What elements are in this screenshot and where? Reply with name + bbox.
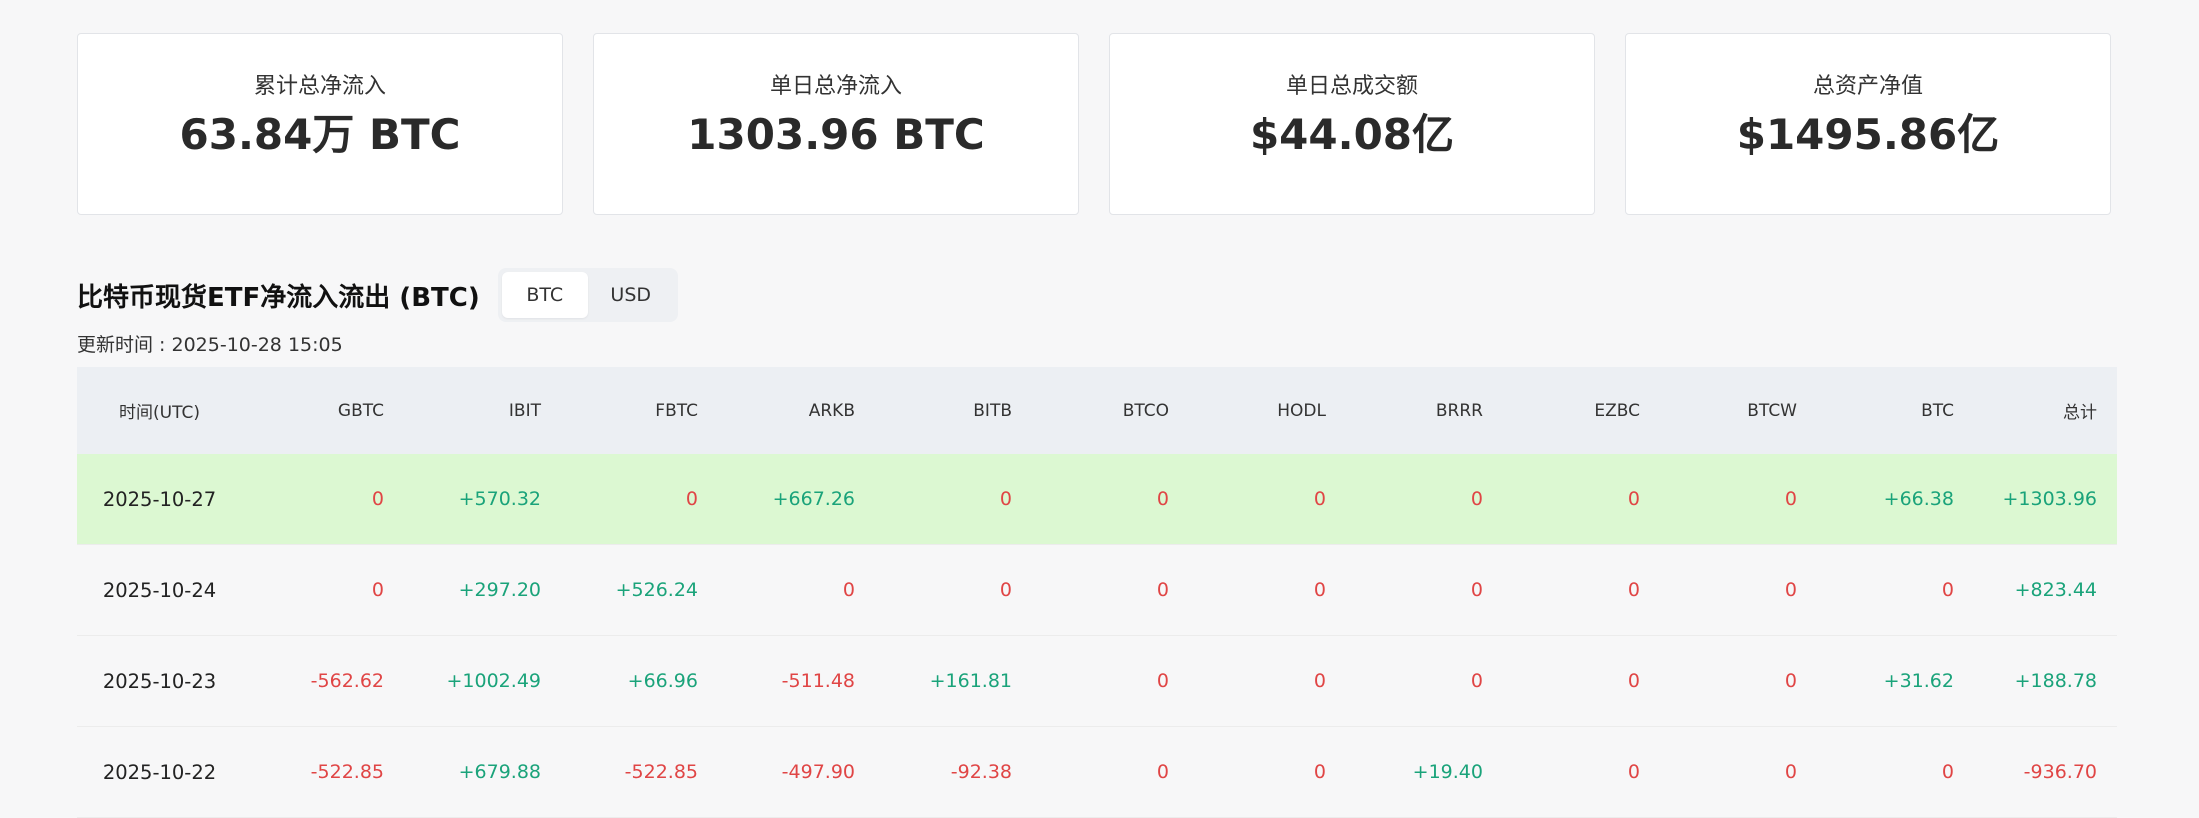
column-header: 时间(UTC) xyxy=(119,403,200,423)
flow-cell: +31.62 xyxy=(1883,670,1954,692)
flow-cell: 0 xyxy=(999,579,1012,601)
total-cell: +188.78 xyxy=(2014,670,2097,692)
flow-cell: +679.88 xyxy=(458,761,541,783)
flow-cell: 0 xyxy=(1784,579,1797,601)
date-cell: 2025-10-24 xyxy=(102,578,217,602)
stat-value: 1303.96 BTC xyxy=(687,110,985,159)
column-header: BITB xyxy=(973,400,1012,421)
flow-cell: 0 xyxy=(1156,579,1169,601)
column-header: IBIT xyxy=(508,400,541,421)
stat-card-daily-volume: 单日总成交额 $44.08亿 xyxy=(1109,33,1595,215)
flow-cell: +667.26 xyxy=(772,488,855,510)
flow-cell: +1002.49 xyxy=(446,670,542,692)
flow-cell: 0 xyxy=(685,488,698,510)
flow-cell: 0 xyxy=(1627,761,1640,783)
flow-cell: -92.38 xyxy=(950,761,1012,783)
flow-cell: 0 xyxy=(1313,488,1326,510)
stat-label: 累计总净流入 xyxy=(253,74,386,99)
flow-cell: -522.85 xyxy=(624,761,698,783)
toggle-btc-button[interactable]: BTC xyxy=(501,272,588,318)
flow-cell: 0 xyxy=(1156,488,1169,510)
flow-cell: 0 xyxy=(1313,579,1326,601)
flow-cell: 0 xyxy=(1784,488,1797,510)
table-row: 2025-10-23 -562.62 +1002.49 +66.96 -511.48 +1… xyxy=(77,636,2117,727)
section-header: 比特币现货ETF净流入流出 (BTC) BTC USD xyxy=(77,268,678,322)
flow-cell: 0 xyxy=(1627,579,1640,601)
column-header: ARKB xyxy=(808,400,855,421)
stat-card-net-assets: 总资产净值 $1495.86亿 xyxy=(1625,33,2111,215)
stat-value: 63.84万 BTC xyxy=(179,110,461,159)
flow-cell: +297.20 xyxy=(458,579,541,601)
section-title: 比特币现货ETF净流入流出 (BTC) xyxy=(77,282,480,313)
flow-cell: 0 xyxy=(1784,670,1797,692)
flow-cell: +570.32 xyxy=(458,488,541,510)
date-cell: 2025-10-23 xyxy=(102,669,217,693)
flow-cell: 0 xyxy=(1941,579,1954,601)
flow-cell: 0 xyxy=(1627,488,1640,510)
column-header: BTCO xyxy=(1122,400,1169,421)
flow-cell: -497.90 xyxy=(781,761,855,783)
flow-cell: 0 xyxy=(1784,761,1797,783)
flow-cell: 0 xyxy=(1941,761,1954,783)
flow-cell: 0 xyxy=(1156,670,1169,692)
table-row: 2025-10-24 0 +297.20 +526.24 0 0 0 0 0 0 0 0 +823.44 xyxy=(77,545,2117,636)
toggle-usd-button[interactable]: USD xyxy=(588,272,674,318)
flow-cell: +526.24 xyxy=(615,579,698,601)
flow-cell: 0 xyxy=(999,488,1012,510)
flow-cell: +66.96 xyxy=(627,670,698,692)
flow-cell: 0 xyxy=(842,579,855,601)
flow-cell: -522.85 xyxy=(310,761,384,783)
stat-card-cumulative-inflow: 累计总净流入 63.84万 BTC xyxy=(77,33,563,215)
column-header: BTC xyxy=(1921,400,1954,421)
column-header: GBTC xyxy=(337,400,384,421)
stat-value: $44.08亿 xyxy=(1249,110,1455,159)
flow-cell: 0 xyxy=(1156,761,1169,783)
stat-value: $1495.86亿 xyxy=(1736,110,2000,159)
stats-cards: 累计总净流入 63.84万 BTC 单日总净流入 1303.96 BTC 单日总… xyxy=(77,33,2111,215)
table-header-row: 时间(UTC) GBTC IBIT FBTC ARKB BITB BTCO HODL BRRR E… xyxy=(77,367,2117,454)
stat-card-daily-inflow: 单日总净流入 1303.96 BTC xyxy=(593,33,1079,215)
etf-flow-table: 时间(UTC) GBTC IBIT FBTC ARKB BITB BTCO HODL BRRR E… xyxy=(77,367,2117,818)
total-cell: +823.44 xyxy=(2014,579,2097,601)
stat-label: 总资产净值 xyxy=(1812,74,1923,99)
stat-label: 单日总净流入 xyxy=(769,74,902,99)
flow-cell: -511.48 xyxy=(781,670,855,692)
date-cell: 2025-10-22 xyxy=(102,760,217,784)
flow-cell: +161.81 xyxy=(929,670,1012,692)
table-row: 2025-10-27 0 +570.32 0 +667.26 0 0 0 0 0 0 +66.38 +1… xyxy=(77,454,2117,545)
unit-toggle: BTC USD xyxy=(497,268,678,322)
total-cell: -936.70 xyxy=(2023,761,2097,783)
flow-cell: 0 xyxy=(1627,670,1640,692)
flow-cell: +66.38 xyxy=(1883,488,1954,510)
flow-cell: 0 xyxy=(1313,670,1326,692)
column-header: BRRR xyxy=(1435,400,1483,421)
column-header: BTCW xyxy=(1747,400,1797,421)
column-header: 总计 xyxy=(2063,403,2097,423)
flow-cell: 0 xyxy=(371,488,384,510)
column-header: HODL xyxy=(1277,400,1326,421)
date-cell: 2025-10-27 xyxy=(102,487,217,511)
total-cell: +1303.96 xyxy=(2002,488,2098,510)
column-header: FBTC xyxy=(655,400,698,421)
flow-cell: 0 xyxy=(371,579,384,601)
column-header: EZBC xyxy=(1594,400,1640,421)
flow-cell: 0 xyxy=(1313,761,1326,783)
flow-cell: 0 xyxy=(1470,488,1483,510)
flow-cell: -562.62 xyxy=(310,670,384,692)
flow-cell: +19.40 xyxy=(1412,761,1483,783)
update-time: 更新时间 : 2025-10-28 15:05 xyxy=(77,334,343,356)
table-row: 2025-10-22 -522.85 +679.88 -522.85 -497.90 -9… xyxy=(77,727,2117,818)
flow-cell: 0 xyxy=(1470,670,1483,692)
stat-label: 单日总成交额 xyxy=(1285,74,1418,99)
flow-cell: 0 xyxy=(1470,579,1483,601)
